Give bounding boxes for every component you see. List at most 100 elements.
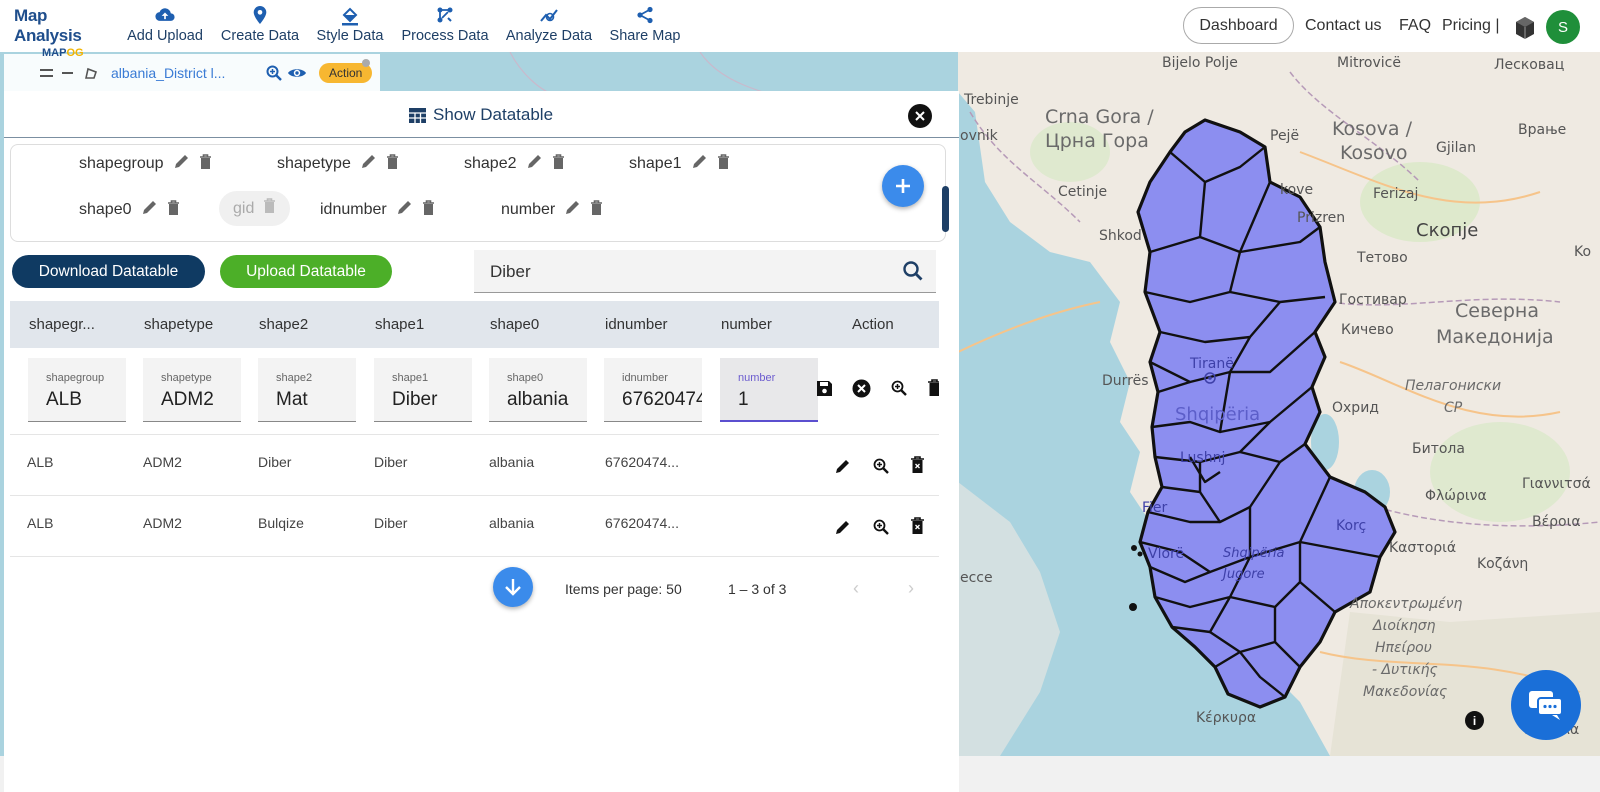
trash-icon[interactable] (552, 153, 565, 175)
map-label: Fier (1142, 500, 1168, 516)
close-icon (915, 111, 925, 121)
chat-button[interactable] (1511, 670, 1581, 740)
column-chip-shape1: shape1 (629, 153, 730, 175)
column-chip-shapetype: shapetype (277, 153, 399, 175)
map-label: СР (1444, 400, 1463, 416)
map-label: Κέρκυρα (1196, 710, 1257, 726)
zoom-layer-icon[interactable] (265, 64, 283, 82)
zoom-in-icon[interactable] (872, 457, 890, 475)
download-datatable-button[interactable]: Download Datatable (12, 255, 205, 288)
scroll-down-button[interactable] (493, 567, 533, 607)
next-page-button[interactable]: › (908, 578, 914, 599)
edit-pencil-icon[interactable] (173, 153, 190, 175)
panel-header: Show Datatable (4, 91, 959, 138)
map-label: Лесковац (1494, 57, 1565, 73)
edit-field-shape0[interactable]: shape0 albania (489, 358, 587, 422)
edit-field-shape2[interactable]: shape2 Mat (258, 358, 356, 422)
search-icon[interactable] (902, 260, 924, 287)
map-label: Ko (1574, 244, 1592, 260)
edit-field-shapetype[interactable]: shapetype ADM2 (143, 358, 241, 422)
column-header[interactable]: shapegr... (29, 316, 95, 333)
upload-datatable-button[interactable]: Upload Datatable (220, 255, 392, 288)
panel-title: Show Datatable (409, 105, 553, 125)
table-icon (409, 107, 426, 123)
edit-pencil-icon[interactable] (360, 153, 377, 175)
column-chip-shape2: shape2 (464, 153, 565, 175)
delete-icon[interactable] (911, 456, 924, 474)
cloud-upload-icon (125, 6, 205, 26)
delete-icon[interactable] (928, 379, 939, 397)
edit-pencil-icon[interactable] (691, 153, 708, 175)
items-per-page[interactable]: Items per page: 50 (565, 581, 682, 597)
brand-logo[interactable]: Map Analysis MAPOG (14, 6, 114, 59)
trash-icon[interactable] (590, 199, 603, 221)
visibility-eye-icon[interactable] (287, 66, 307, 80)
map-label: Shqipëria (1175, 404, 1261, 425)
table-cell: ALB (27, 515, 54, 531)
contact-link[interactable]: Contact us (1305, 17, 1381, 35)
edit-pencil-icon[interactable] (834, 518, 852, 536)
table-cell: ALB (27, 454, 54, 470)
map-label: Lushnj (1180, 450, 1226, 466)
pricing-link[interactable]: Pricing | (1442, 17, 1500, 35)
edit-pencil-icon[interactable] (141, 199, 158, 221)
nav-share-map[interactable]: Share Map (607, 6, 683, 44)
edit-pencil-icon[interactable] (396, 199, 413, 221)
column-header[interactable]: number (721, 316, 772, 333)
table-row[interactable]: ALB ADM2 Diber Diber albania 67620474... (10, 435, 939, 496)
drag-handle-icon[interactable] (40, 69, 53, 77)
edit-pencil-icon[interactable] (834, 457, 852, 475)
nav-create-data[interactable]: Create Data (219, 6, 301, 44)
faq-link[interactable]: FAQ (1399, 17, 1431, 35)
trash-icon[interactable] (386, 153, 399, 175)
save-icon[interactable] (816, 380, 833, 397)
nav-process-data[interactable]: Process Data (399, 6, 491, 44)
top-bar: Map Analysis MAPOG Add Upload Create Dat… (0, 0, 1600, 59)
nav-analyze-data[interactable]: Analyze Data (503, 6, 595, 44)
trash-icon[interactable] (167, 199, 180, 221)
info-icon[interactable]: i (1465, 711, 1484, 730)
column-header[interactable]: shape2 (259, 316, 308, 333)
edit-field-number[interactable]: number 1 (720, 358, 818, 422)
map-label: Скопје (1416, 220, 1479, 241)
zoom-in-icon[interactable] (890, 379, 908, 397)
column-header[interactable]: shape0 (490, 316, 539, 333)
map-label: Καστοριά (1389, 540, 1457, 556)
column-header[interactable]: shape1 (375, 316, 424, 333)
datatable-panel: Show Datatable shapegroup shapetype shap… (4, 91, 959, 792)
column-header[interactable]: shapetype (144, 316, 213, 333)
trash-icon (263, 198, 276, 219)
nav-style-data[interactable]: Style Data (314, 6, 386, 44)
page-range: 1 – 3 of 3 (728, 581, 787, 597)
chat-icon (1529, 691, 1563, 720)
column-header[interactable]: idnumber (605, 316, 668, 333)
trash-icon[interactable] (199, 153, 212, 175)
edit-pencil-icon[interactable] (564, 199, 581, 221)
user-avatar[interactable]: S (1546, 10, 1580, 44)
chips-scrollbar[interactable] (942, 186, 949, 232)
edit-field-shapegroup[interactable]: shapegroup ALB (28, 358, 126, 422)
edit-field-shape1[interactable]: shape1 Diber (374, 358, 472, 422)
map-label: Tiranë (1190, 356, 1234, 372)
add-column-button[interactable] (882, 165, 924, 207)
map-label: Pejë (1270, 128, 1300, 144)
edit-field-idnumber[interactable]: idnumber 67620474 (604, 358, 702, 422)
layer-name[interactable]: albania_District l... (111, 65, 261, 81)
prev-page-button[interactable]: ‹ (853, 578, 859, 599)
trash-icon[interactable] (422, 199, 435, 221)
cube-icon[interactable] (1514, 16, 1536, 45)
nav-add-upload[interactable]: Add Upload (125, 6, 205, 44)
map-label: Bijelo Polje (1162, 55, 1238, 71)
search-input[interactable] (490, 260, 890, 284)
zoom-in-icon[interactable] (872, 518, 890, 536)
dashboard-button[interactable]: Dashboard (1183, 7, 1294, 44)
cancel-icon[interactable] (852, 379, 871, 398)
map-label: Διοίκηση (1373, 618, 1436, 634)
close-panel-button[interactable] (908, 104, 932, 128)
collapse-icon[interactable] (62, 72, 73, 74)
edit-row: shapegroup ALB shapetype ADM2 shape2 Mat… (10, 348, 939, 435)
edit-pencil-icon[interactable] (526, 153, 543, 175)
trash-icon[interactable] (717, 153, 730, 175)
delete-icon[interactable] (911, 517, 924, 535)
table-row[interactable]: ALB ADM2 Bulqize Diber albania 67620474.… (10, 496, 939, 557)
